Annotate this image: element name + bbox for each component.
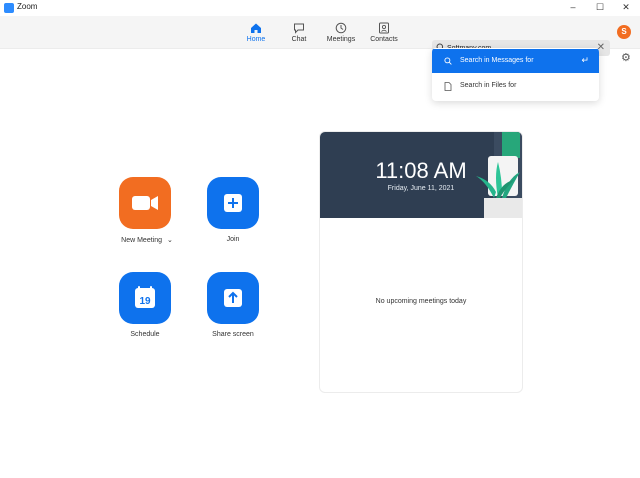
share-arrow-icon bbox=[224, 289, 242, 307]
home-icon bbox=[251, 23, 261, 33]
share-screen-button[interactable] bbox=[207, 272, 259, 324]
top-nav: Home Chat Meetings Contacts ✕ bbox=[0, 16, 640, 56]
contacts-icon bbox=[379, 22, 389, 34]
join-label[interactable]: Join bbox=[193, 236, 273, 243]
search-files-label: Search in Files for bbox=[460, 82, 517, 89]
tab-chat[interactable]: Chat bbox=[281, 22, 317, 43]
title-bar: Zoom – ☐ ✕ bbox=[0, 0, 640, 16]
new-meeting-text: New Meeting bbox=[121, 237, 163, 244]
chat-icon bbox=[294, 23, 304, 34]
current-time: 11:08 AM bbox=[375, 158, 467, 183]
tab-meetings[interactable]: Meetings bbox=[323, 22, 359, 43]
calendar-day: 19 bbox=[139, 296, 151, 307]
search-messages-option[interactable]: Search in Messages for ↵ bbox=[432, 49, 599, 73]
zoom-logo-icon bbox=[4, 3, 14, 13]
calendar-icon: 19 bbox=[135, 286, 155, 308]
chevron-down-icon[interactable]: ⌄ bbox=[167, 237, 173, 244]
tab-home[interactable]: Home bbox=[238, 22, 274, 43]
no-meetings-text: No upcoming meetings today bbox=[375, 298, 467, 305]
share-screen-label[interactable]: Share screen bbox=[193, 331, 273, 338]
search-files-option[interactable]: Search in Files for bbox=[432, 74, 599, 98]
file-icon bbox=[444, 82, 452, 91]
tab-meetings-label: Meetings bbox=[326, 36, 356, 43]
new-meeting-button[interactable] bbox=[119, 177, 171, 229]
tab-contacts[interactable]: Contacts bbox=[366, 22, 402, 43]
tab-home-label: Home bbox=[246, 36, 266, 43]
plus-icon bbox=[224, 194, 242, 212]
upcoming-meetings-card: 11:08 AM Friday, June 11, 2021 No upcomi… bbox=[319, 131, 523, 393]
gear-icon[interactable]: ⚙ bbox=[621, 53, 631, 64]
close-button[interactable]: ✕ bbox=[613, 0, 639, 15]
search-dropdown: Search in Messages for ↵ Search in Files… bbox=[432, 48, 599, 101]
maximize-button[interactable]: ☐ bbox=[587, 0, 613, 15]
clock-icon bbox=[335, 22, 347, 34]
minimize-button[interactable]: – bbox=[560, 0, 586, 15]
tab-contacts-label: Contacts bbox=[370, 36, 398, 43]
avatar[interactable]: S bbox=[617, 25, 631, 39]
clock-header: 11:08 AM Friday, June 11, 2021 bbox=[320, 132, 522, 218]
video-camera-icon bbox=[132, 196, 158, 210]
schedule-button[interactable]: 19 bbox=[119, 272, 171, 324]
current-date: Friday, June 11, 2021 bbox=[387, 185, 455, 192]
search-icon bbox=[444, 57, 452, 65]
tab-chat-label: Chat bbox=[291, 36, 307, 43]
new-meeting-label[interactable]: New Meeting ⌄ bbox=[107, 236, 187, 244]
window-title: Zoom bbox=[17, 2, 38, 11]
join-button[interactable] bbox=[207, 177, 259, 229]
enter-key-icon: ↵ bbox=[581, 55, 589, 65]
schedule-label[interactable]: Schedule bbox=[105, 331, 185, 338]
search-messages-label: Search in Messages for bbox=[460, 57, 534, 64]
